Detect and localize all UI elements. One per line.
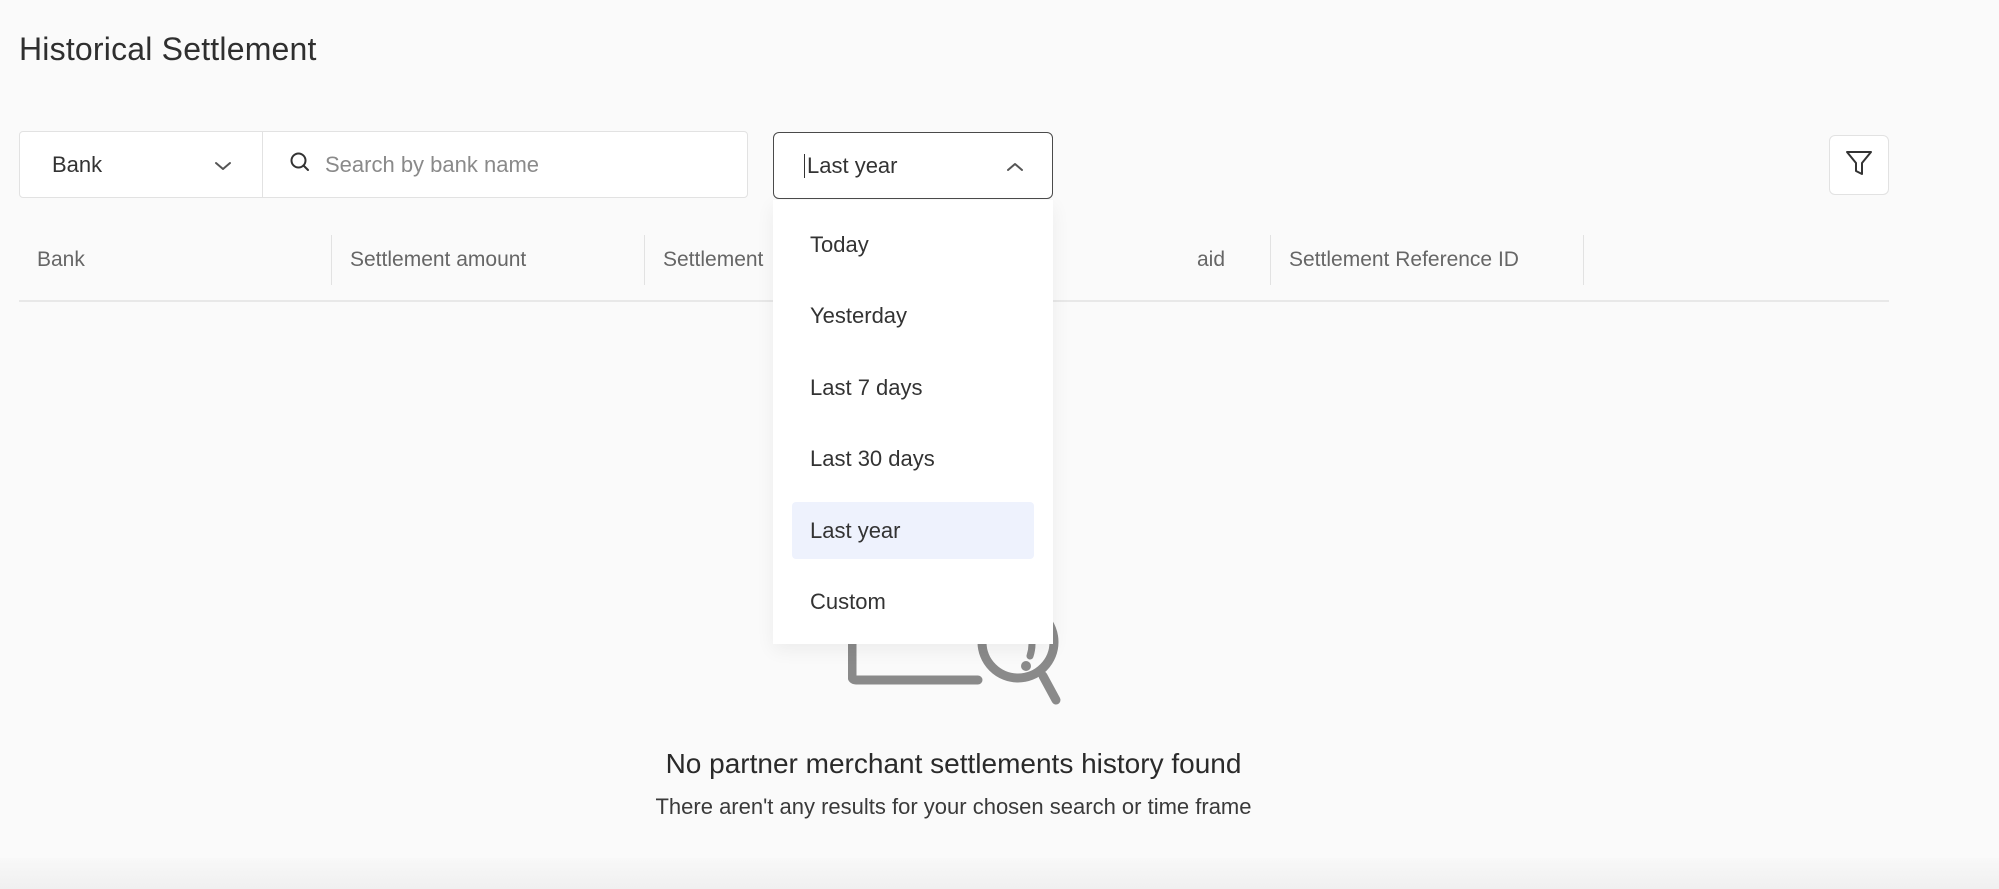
date-range-option-yesterday[interactable]: Yesterday (792, 288, 1034, 345)
date-range-option-last-year[interactable]: Last year (792, 502, 1034, 559)
chevron-down-icon (214, 152, 232, 178)
column-header-settlement-amount[interactable]: Settlement amount (332, 235, 645, 285)
date-range-value: Last year (804, 153, 898, 178)
date-range-dropdown-menu: Today Yesterday Last 7 days Last 30 days… (773, 200, 1053, 644)
date-range-option-last-30-days[interactable]: Last 30 days (792, 431, 1034, 488)
date-range-option-last-7-days[interactable]: Last 7 days (792, 359, 1034, 416)
date-range-option-today[interactable]: Today (792, 216, 1034, 273)
search-icon (289, 151, 311, 178)
date-range-option-custom[interactable]: Custom (792, 574, 1034, 631)
column-header-paid-label: aid (1197, 248, 1226, 271)
bank-search-group: Bank (19, 131, 748, 198)
date-range-select[interactable]: Last year (773, 132, 1053, 199)
funnel-filter-icon (1844, 148, 1874, 183)
column-header-bank[interactable]: Bank (19, 235, 332, 285)
search-field (263, 132, 747, 197)
column-header-spacer (1584, 235, 1889, 285)
page-title: Historical Settlement (19, 31, 317, 68)
empty-state-subtitle: There aren't any results for your chosen… (655, 794, 1252, 819)
chevron-up-icon (1006, 153, 1024, 179)
filter-button[interactable] (1829, 135, 1889, 195)
bank-select-value: Bank (52, 151, 103, 177)
column-header-settlement-reference-id[interactable]: Settlement Reference ID (1271, 235, 1584, 285)
bottom-edge (0, 858, 1999, 889)
empty-state-title: No partner merchant settlements history … (665, 748, 1242, 779)
bank-select[interactable]: Bank (20, 132, 263, 197)
search-input[interactable] (323, 150, 727, 179)
